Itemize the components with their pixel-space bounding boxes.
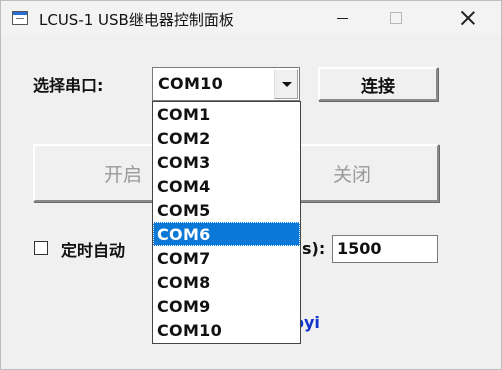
minimize-button[interactable] (319, 1, 365, 35)
dropdown-option-com3[interactable]: COM3 (153, 150, 300, 174)
dropdown-option-com10[interactable]: COM10 (153, 318, 300, 342)
relay-control-window: LCUS-1 USB继电器控制面板 选择串口: COM10 连接 开启 关闭 定… (0, 0, 502, 370)
serial-port-label: 选择串口: (33, 76, 104, 95)
serial-port-selected-value: COM10 (158, 74, 224, 93)
minimize-icon (336, 17, 348, 19)
connect-button[interactable]: 连接 (318, 67, 438, 101)
chevron-down-icon (282, 82, 292, 87)
timer-auto-checkbox[interactable] (34, 241, 48, 255)
dropdown-option-com6[interactable]: COM6 (153, 222, 300, 246)
timer-auto-label: 定时自动 (61, 241, 126, 260)
option-label: COM9 (157, 297, 211, 316)
option-label: COM10 (157, 321, 223, 340)
dropdown-option-com5[interactable]: COM5 (153, 198, 300, 222)
option-label: COM1 (157, 105, 211, 124)
option-label: COM8 (157, 273, 211, 292)
option-label: COM2 (157, 129, 211, 148)
serial-port-dropdown-list: COM1 COM2 COM3 COM4 COM5 COM6 COM7 COM8 … (152, 101, 301, 344)
dropdown-option-com9[interactable]: COM9 (153, 294, 300, 318)
dropdown-option-com1[interactable]: COM1 (153, 102, 300, 126)
interval-input[interactable]: 1500 (332, 235, 438, 263)
dropdown-option-com7[interactable]: COM7 (153, 246, 300, 270)
app-window-icon (12, 11, 28, 25)
window-title: LCUS-1 USB继电器控制面板 (39, 11, 234, 29)
option-label: COM7 (157, 249, 211, 268)
dropdown-option-com2[interactable]: COM2 (153, 126, 300, 150)
option-label: COM4 (157, 177, 211, 196)
close-icon (461, 11, 475, 25)
interval-unit-label: s): (302, 239, 326, 258)
option-label: COM3 (157, 153, 211, 172)
option-label: COM6 (157, 225, 211, 244)
dropdown-option-com4[interactable]: COM4 (153, 174, 300, 198)
dropdown-option-com8[interactable]: COM8 (153, 270, 300, 294)
serial-port-select[interactable]: COM10 (152, 67, 300, 101)
option-label: COM5 (157, 201, 211, 220)
maximize-button (373, 1, 419, 35)
close-window-button[interactable] (445, 1, 491, 35)
title-bar[interactable]: LCUS-1 USB继电器控制面板 (1, 1, 501, 35)
maximize-icon (390, 12, 402, 24)
dropdown-toggle-button[interactable] (274, 69, 298, 99)
